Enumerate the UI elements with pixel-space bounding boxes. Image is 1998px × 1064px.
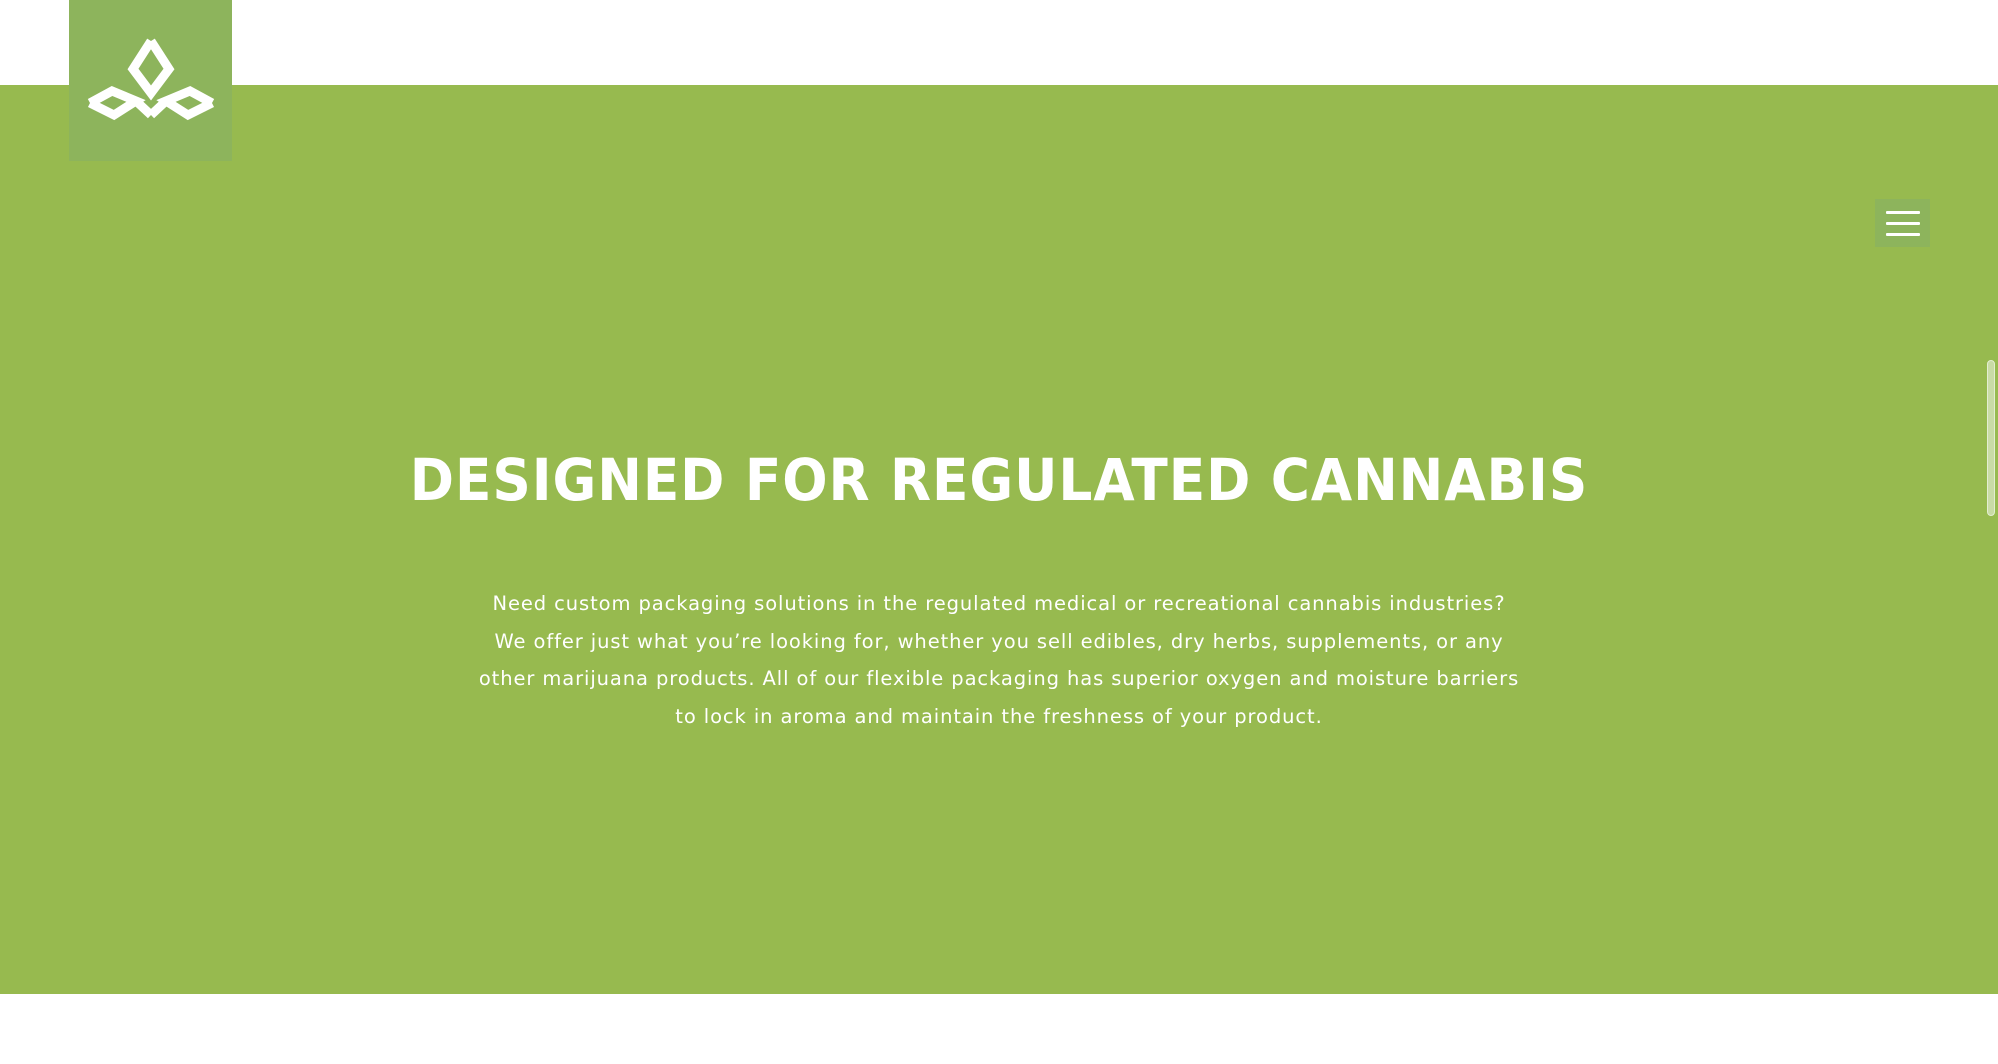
scrollbar-thumb[interactable]	[1987, 360, 1995, 516]
hamburger-menu-icon-line	[1885, 232, 1920, 236]
leaf-logo-icon	[87, 38, 214, 120]
hero-description-line: to lock in aroma and maintain the freshn…	[675, 704, 1323, 728]
home-logo-link[interactable]	[69, 0, 232, 161]
hamburger-menu-button[interactable]	[1875, 199, 1930, 247]
hero-description-line: Need custom packaging solutions in the r…	[492, 592, 1506, 615]
hamburger-menu-icon	[1885, 210, 1920, 214]
hamburger-menu-icon-line	[1885, 221, 1920, 225]
page: DESIGNED FOR REGULATED CANNABIS Need cus…	[0, 0, 1998, 1064]
hero-description-line: other marijuana products. All of our fle…	[478, 667, 1520, 690]
hero-description-line: We offer just what you’re looking for, w…	[494, 629, 1504, 653]
hero-description: Need custom packaging solutions in the r…	[474, 585, 1524, 735]
hero-title: DESIGNED FOR REGULATED CANNABIS	[409, 446, 1589, 514]
hero-section: DESIGNED FOR REGULATED CANNABIS Need cus…	[0, 85, 1998, 994]
